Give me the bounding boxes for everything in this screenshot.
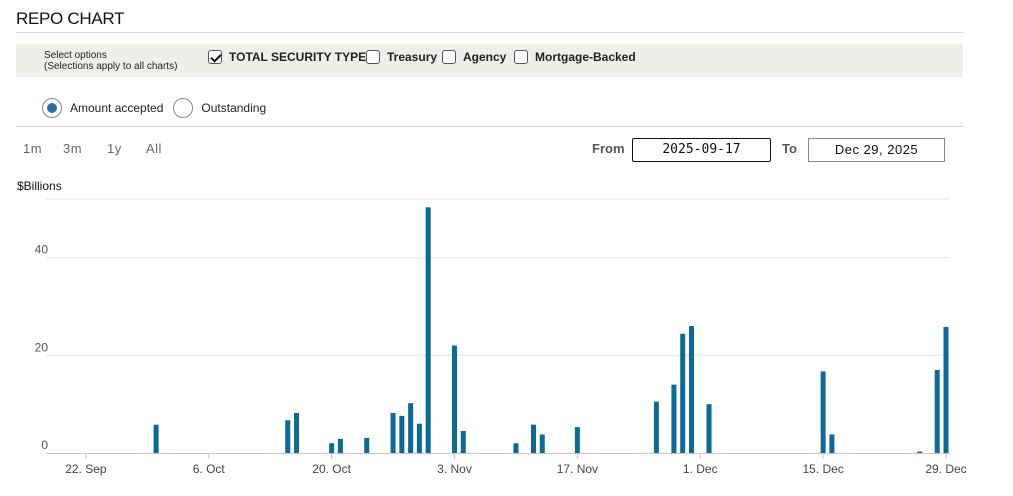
- x-tick-label: 22. Sep: [65, 462, 107, 476]
- bar: [416, 423, 422, 453]
- bar: [653, 401, 659, 453]
- bar: [574, 427, 580, 453]
- bar: [680, 333, 686, 453]
- bar: [390, 412, 396, 453]
- bar: [329, 443, 335, 453]
- y-tick-label: 20: [35, 340, 49, 354]
- x-tick-label: 17. Nov: [557, 462, 598, 476]
- x-tick-label: 3. Nov: [437, 462, 472, 476]
- bar: [820, 371, 826, 453]
- x-tick-label: 1. Dec: [683, 462, 718, 476]
- y-tick-label: 40: [35, 243, 49, 257]
- bar: [539, 434, 545, 453]
- x-tick-label: 20. Oct: [312, 462, 351, 476]
- bar: [671, 384, 677, 453]
- y-tick-label: 0: [41, 438, 48, 452]
- bar: [688, 326, 694, 453]
- bar: [934, 369, 940, 453]
- bar: [530, 424, 536, 453]
- bar: [408, 403, 414, 453]
- bar: [285, 420, 291, 453]
- bar: [943, 326, 949, 453]
- bar: [706, 404, 712, 453]
- bar: [153, 424, 159, 453]
- x-tick-label: 29. Dec: [925, 462, 966, 476]
- bar: [364, 437, 370, 453]
- bar: [452, 345, 458, 453]
- bar: [829, 434, 835, 453]
- bar: [294, 412, 300, 453]
- bar: [337, 438, 343, 453]
- bar: [917, 451, 923, 453]
- x-tick-label: 6. Oct: [193, 462, 226, 476]
- bar: [460, 431, 466, 453]
- bar: [425, 207, 431, 453]
- bar: [399, 415, 405, 453]
- x-tick-label: 15. Dec: [802, 462, 843, 476]
- bar: [513, 443, 519, 453]
- repo-bar-chart: 0 20 40 22. Sep 6. Oct 20. Oct 3. Nov 17. Nov 1.…: [35, 198, 967, 476]
